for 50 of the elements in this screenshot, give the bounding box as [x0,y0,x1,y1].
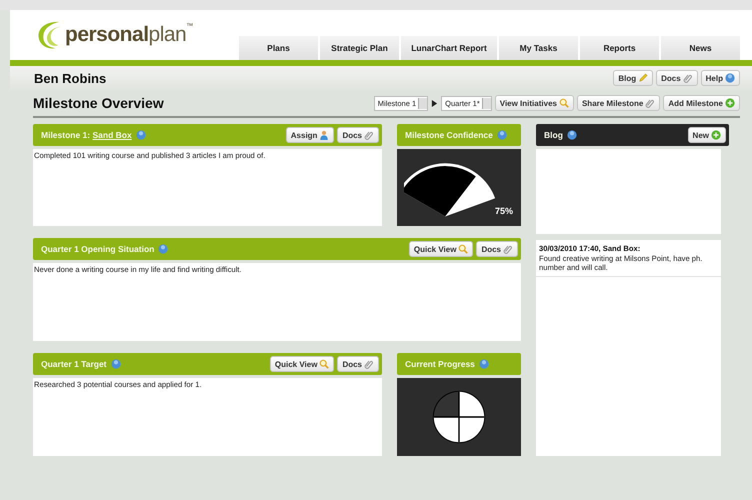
pencil-icon [638,73,648,83]
info-icon [725,73,735,83]
paperclip-icon [364,130,374,140]
nav-tab[interactable]: My Tasks [499,36,578,60]
paperclip-icon [682,73,693,83]
magnifier-icon [319,359,330,369]
info-icon [158,244,168,254]
add-icon [725,98,735,108]
magnifier-icon [558,98,569,108]
info-icon [110,359,121,369]
paperclip-icon [364,359,374,369]
toolbar-button[interactable]: Share Milestone [576,95,660,111]
play-arrow-icon [431,100,438,106]
paperclip-icon [503,244,513,254]
toolbar-button[interactable]: Docs [337,127,379,143]
person-icon [319,130,330,140]
panel-title: Current Progress [405,359,475,369]
info-icon [496,130,507,140]
toolbar-button[interactable]: Docs [656,70,698,86]
info-icon [136,130,146,140]
page-title: Milestone Overview [33,95,164,111]
info-icon [566,130,577,140]
toolbar-button[interactable]: Add Milestone [663,95,740,111]
panel-title: Quarter 1 Target [41,359,107,369]
panel-title: Blog [544,130,563,140]
toolbar-button[interactable]: Docs [476,241,518,257]
nav-tab[interactable]: Reports [580,36,659,60]
nav-tab[interactable]: Strategic Plan [320,36,399,60]
new-button[interactable]: New [688,127,726,143]
quarter-progress-drawing [431,389,487,445]
toolbar-button[interactable]: Quick View [408,241,474,257]
nav-tab[interactable]: News [661,36,740,60]
toolbar-button[interactable]: Docs [337,356,379,372]
toolbar-button[interactable]: Quick View [270,356,334,372]
nav-tab[interactable]: LunarChart Report [401,36,497,60]
toolbar-button[interactable]: Assign [286,127,334,143]
nav-tab[interactable]: Plans [239,36,318,60]
toolbar-button[interactable]: Help [700,70,740,86]
panel-title: Quarter 1 Opening Situation [41,244,154,254]
add-icon [711,130,721,140]
toolbar-button[interactable]: Blog [613,70,654,86]
panel-title: Milestone 1: Sand Box [41,130,132,140]
toolbar-button[interactable]: View Initiatives [494,95,574,111]
logo-text: personalplan$^{™}$ [65,23,193,47]
magnifier-icon [458,244,468,254]
gauge-reading: 75% [494,206,513,216]
paperclip-icon [645,98,656,108]
info-icon [478,359,489,369]
user-name: Ben Robins [34,70,106,86]
panel-title: Milestone Confidence [405,130,493,140]
